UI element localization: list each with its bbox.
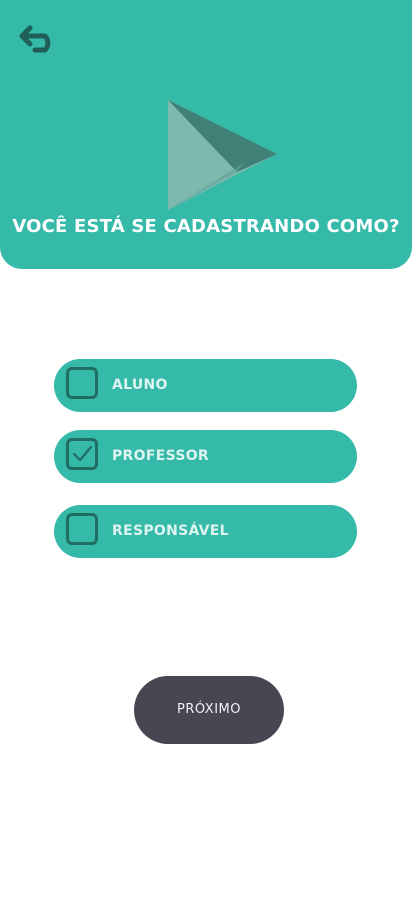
back-button[interactable] xyxy=(12,14,62,58)
signup-role-screen: VOCÊ ESTÁ SE CADASTRANDO COMO? ALUNO PRO… xyxy=(0,0,412,917)
option-aluno[interactable]: ALUNO xyxy=(54,359,357,412)
option-label-professor: PROFESSOR xyxy=(112,448,209,464)
page-title: VOCÊ ESTÁ SE CADASTRANDO COMO? xyxy=(12,216,400,237)
checkbox-aluno[interactable] xyxy=(66,367,98,399)
checkbox-professor[interactable] xyxy=(66,438,98,470)
option-responsavel[interactable]: RESPONSÁVEL xyxy=(54,505,357,558)
header: VOCÊ ESTÁ SE CADASTRANDO COMO? xyxy=(0,0,412,269)
next-button[interactable]: PRÓXIMO xyxy=(134,676,284,744)
play-logo-icon xyxy=(165,100,281,210)
option-professor[interactable]: PROFESSOR xyxy=(54,430,357,483)
option-label-responsavel: RESPONSÁVEL xyxy=(112,523,229,539)
option-label-aluno: ALUNO xyxy=(112,377,168,393)
checkbox-responsavel[interactable] xyxy=(66,513,98,545)
checkmark-icon xyxy=(72,445,93,462)
undo-arrow-icon xyxy=(19,25,51,53)
